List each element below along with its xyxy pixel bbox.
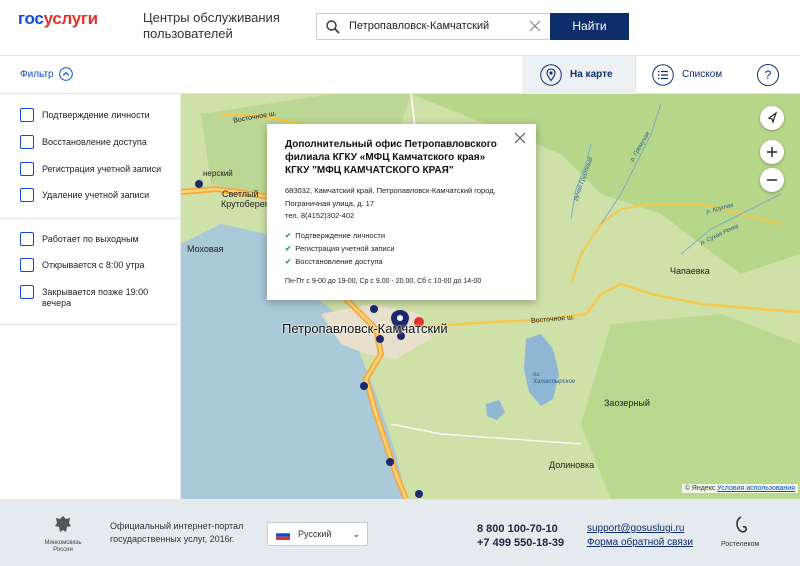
- office-info-popup: Дополнительный офис Петропавловского фил…: [267, 124, 536, 300]
- checkbox[interactable]: [20, 188, 34, 202]
- tab-list-label: Списком: [682, 69, 723, 80]
- filter-checkbox-restore[interactable]: Восстановление доступа: [20, 135, 172, 149]
- office-title: Дополнительный офис Петропавловского фил…: [285, 139, 497, 176]
- check-icon: ✔: [285, 244, 292, 253]
- filter-checkbox-weekends[interactable]: Работает по выходным: [20, 232, 172, 246]
- search-input[interactable]: Петропавловск-Камчатский: [316, 13, 549, 40]
- map-label: оз. Халактырское: [533, 372, 576, 385]
- support-phone-2[interactable]: +7 499 550-18-39: [477, 537, 564, 549]
- tab-map[interactable]: На карте: [523, 56, 636, 94]
- office-hours: Пн-Пт с 9-00 до 19-00, Ср с 9.00 - 20.00…: [285, 278, 482, 285]
- language-select[interactable]: Русский ⌄: [267, 522, 368, 546]
- chevron-down-icon: ⌄: [352, 529, 360, 539]
- filter-label: Фильтр: [20, 68, 54, 80]
- chevron-up-icon: [58, 67, 73, 81]
- filter-toggle[interactable]: Фильтр: [20, 67, 73, 81]
- search-button[interactable]: Найти: [550, 13, 629, 40]
- office-pin[interactable]: [376, 335, 384, 343]
- checkbox[interactable]: [20, 108, 34, 122]
- checkbox[interactable]: [20, 285, 34, 299]
- filter-checkbox-register[interactable]: Регистрация учетной записи: [20, 162, 172, 176]
- zoom-out-icon[interactable]: [760, 168, 784, 192]
- view-toolbar: Фильтр На карте Списком ?: [0, 56, 800, 94]
- map-label: Заозерный: [604, 398, 650, 408]
- portal-description: Официальный интернет-портал государствен…: [110, 521, 244, 544]
- divider: [0, 218, 181, 219]
- map-label: Чапаевка: [670, 266, 710, 276]
- office-pin[interactable]: [415, 490, 423, 498]
- divider: [0, 324, 181, 325]
- map-label: Светлый: [222, 189, 259, 199]
- service-item: ✔ Подтверждение личности: [285, 231, 386, 240]
- support-phone-1[interactable]: 8 800 100-70-10: [477, 523, 558, 535]
- support-email-link[interactable]: support@gosuslugi.ru: [587, 523, 684, 534]
- office-address: 683032, Камчатский край, Петропавловск-К…: [285, 186, 496, 208]
- tab-list[interactable]: Списком: [636, 56, 746, 94]
- filter-panel: Подтверждение личности Восстановление до…: [0, 94, 181, 499]
- service-item: ✔ Регистрация учетной записи: [285, 244, 395, 253]
- close-icon[interactable]: [514, 132, 526, 144]
- checkbox[interactable]: [20, 135, 34, 149]
- service-item: ✔ Восстановление доступа: [285, 257, 383, 266]
- filter-checkbox-late[interactable]: Закрывается позже 19:00 вечера: [20, 285, 162, 309]
- office-pin[interactable]: [386, 458, 394, 466]
- filter-checkbox-identity[interactable]: Подтверждение личности: [20, 108, 172, 122]
- partner-name: Ростелеком: [721, 541, 760, 548]
- tab-map-label: На карте: [570, 69, 613, 80]
- checkbox[interactable]: [20, 232, 34, 246]
- page-title: Центры обслуживания пользователей: [143, 10, 280, 41]
- check-icon: ✔: [285, 231, 292, 240]
- city-label: Петропавловск-Камчатский: [282, 321, 448, 336]
- rostelecom-icon: [736, 516, 748, 533]
- terms-link[interactable]: Условия использования: [717, 485, 795, 492]
- search-value: Петропавловск-Камчатский: [349, 20, 490, 32]
- gosuslugi-logo[interactable]: госуслуги: [18, 9, 98, 29]
- office-pin[interactable]: [195, 180, 203, 188]
- filter-checkbox-early[interactable]: Открывается с 8:00 утра: [20, 258, 172, 272]
- locate-icon[interactable]: [760, 106, 784, 130]
- footer: Минкомсвязь России Официальный интернет-…: [0, 499, 800, 566]
- feedback-link[interactable]: Форма обратной связи: [587, 537, 693, 548]
- ministry-name: Минкомсвязь России: [44, 540, 82, 553]
- help-icon[interactable]: ?: [757, 64, 779, 86]
- office-pin[interactable]: [360, 382, 368, 390]
- search-icon: [326, 20, 340, 34]
- map-copyright: © Яндекс Условия использования: [681, 484, 798, 493]
- checkbox[interactable]: [20, 258, 34, 272]
- zoom-in-icon[interactable]: [760, 140, 784, 164]
- map-label: Моховая: [187, 244, 224, 254]
- emblem-icon: [55, 516, 71, 532]
- office-pin[interactable]: [370, 305, 378, 313]
- office-phone: тел. 8(4152)302-402: [285, 211, 355, 220]
- flag-icon: [276, 530, 290, 540]
- pin-icon: [540, 64, 562, 86]
- list-icon: [652, 64, 674, 86]
- check-icon: ✔: [285, 257, 292, 266]
- map-label: Долиновка: [549, 460, 595, 470]
- map-label: нерский: [203, 169, 233, 178]
- checkbox[interactable]: [20, 162, 34, 176]
- clear-icon[interactable]: [528, 19, 542, 33]
- header: госуслуги Центры обслуживания пользовате…: [0, 0, 800, 56]
- filter-checkbox-delete[interactable]: Удаление учетной записи: [20, 188, 172, 202]
